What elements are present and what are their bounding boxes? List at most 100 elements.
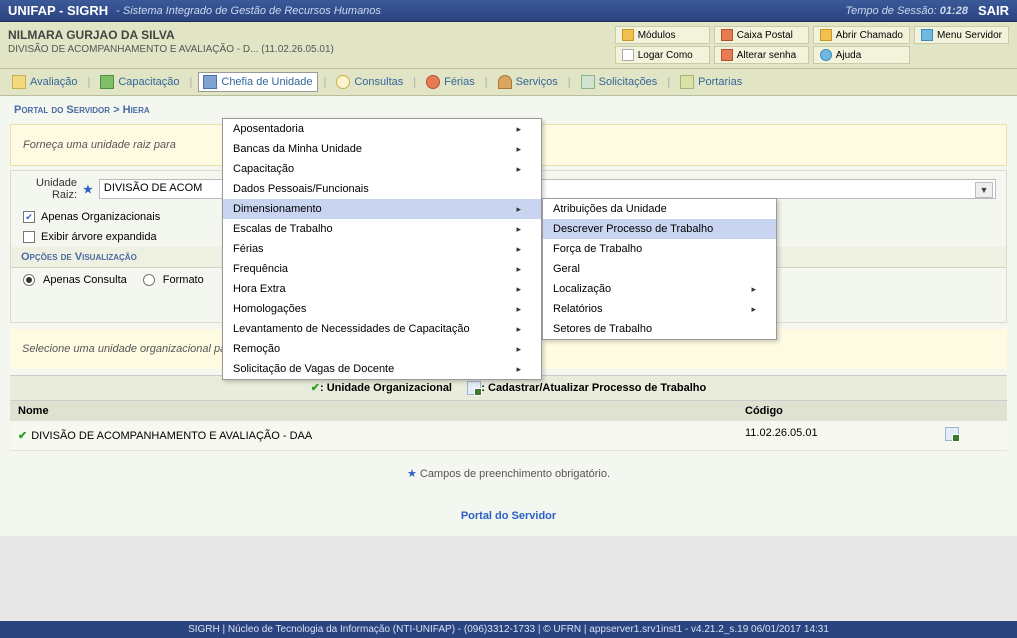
dmi-homologacoes[interactable]: Homologações▸ <box>223 299 541 319</box>
dmi2-setores[interactable]: Setores de Trabalho <box>543 319 776 339</box>
menu-servicos-label: Serviços <box>516 76 558 88</box>
ql-senha-label: Alterar senha <box>737 50 796 61</box>
menu-capacitacao-label: Capacitação <box>118 76 179 88</box>
folder-icon <box>680 75 694 89</box>
dmi-remocao[interactable]: Remoção▸ <box>223 339 541 359</box>
ql-logar-label: Logar Como <box>638 50 693 61</box>
chevron-right-icon: ▸ <box>516 264 521 275</box>
header-bar: UNIFAP - SIGRH - Sistema Integrado de Ge… <box>0 0 1017 22</box>
mailbox-icon <box>721 29 733 41</box>
portal-link: Portal do Servidor <box>4 496 1013 536</box>
dmi2-descrever-processo[interactable]: Descrever Processo de Trabalho <box>543 219 776 239</box>
logout-link[interactable]: SAIR <box>978 3 1009 18</box>
doc-icon <box>581 75 595 89</box>
ql-chamado[interactable]: Abrir Chamado <box>813 26 910 44</box>
ql-modulos[interactable]: Módulos <box>615 26 710 44</box>
check-icon: ✔ <box>18 429 27 442</box>
ql-logar[interactable]: Logar Como <box>615 46 710 64</box>
menu-chefia-label: Chefia de Unidade <box>221 76 312 88</box>
chevron-right-icon: ▸ <box>751 304 756 315</box>
dmi-dimensionamento[interactable]: Dimensionamento▸ <box>223 199 541 219</box>
menu-ferias[interactable]: Férias <box>422 73 479 91</box>
menu-solicitacoes[interactable]: Solicitações <box>577 73 662 91</box>
main-menu: Avaliação | Capacitação | Chefia de Unid… <box>0 69 1017 96</box>
menu-ferias-label: Férias <box>444 76 475 88</box>
dimensionamento-submenu: Atribuições da Unidade Descrever Process… <box>542 198 777 340</box>
app-title: UNIFAP - SIGRH <box>8 3 108 18</box>
edit-icon <box>467 381 481 395</box>
dmi-capacitacao[interactable]: Capacitação▸ <box>223 159 541 179</box>
menu-portarias-label: Portarias <box>698 76 742 88</box>
star-icon: ★ <box>407 468 417 480</box>
ql-modulos-label: Módulos <box>638 30 676 41</box>
cb-apenas-org-label: Apenas Organizacionais <box>41 211 160 223</box>
person-icon <box>498 75 512 89</box>
ql-menu-servidor[interactable]: Menu Servidor <box>914 26 1009 44</box>
unidade-raiz-label: UnidadeRaiz: <box>21 177 77 201</box>
chevron-right-icon: ▸ <box>516 364 521 375</box>
menu-chefia[interactable]: Chefia de Unidade <box>198 72 317 92</box>
menu-avaliacao-label: Avaliação <box>30 76 78 88</box>
menu-avaliacao[interactable]: Avaliação <box>8 73 82 91</box>
sun-icon <box>426 75 440 89</box>
menu-servicos[interactable]: Serviços <box>494 73 562 91</box>
select-arrow-icon[interactable]: ▼ <box>975 182 993 198</box>
clipboard-icon <box>12 75 26 89</box>
th-codigo: Código <box>737 401 937 421</box>
chevron-right-icon: ▸ <box>516 284 521 295</box>
dmi-solicitacao-vagas[interactable]: Solicitação de Vagas de Docente▸ <box>223 359 541 379</box>
ql-ajuda[interactable]: Ajuda <box>813 46 910 64</box>
chevron-right-icon: ▸ <box>516 124 521 135</box>
dmi-ferias[interactable]: Férias▸ <box>223 239 541 259</box>
dmi2-forca[interactable]: Força de Trabalho <box>543 239 776 259</box>
dmi-dados[interactable]: Dados Pessoais/Funcionais <box>223 179 541 199</box>
dmi2-atribuicoes[interactable]: Atribuições da Unidade <box>543 199 776 219</box>
menu-capacitacao[interactable]: Capacitação <box>96 73 183 91</box>
radio-formato-label: Formato <box>163 274 204 286</box>
org-icon <box>203 75 217 89</box>
footer-bar: SIGRH | Núcleo de Tecnologia da Informaç… <box>0 621 1017 638</box>
chevron-right-icon: ▸ <box>516 224 521 235</box>
ticket-icon <box>820 29 832 41</box>
portal-servidor-link[interactable]: Portal do Servidor <box>461 510 556 522</box>
row-codigo: 11.02.26.05.01 <box>737 421 937 450</box>
dmi-escalas[interactable]: Escalas de Trabalho▸ <box>223 219 541 239</box>
dmi-hora-extra[interactable]: Hora Extra▸ <box>223 279 541 299</box>
row-nome: DIVISÃO DE ACOMPANHAMENTO E AVALIAÇÃO - … <box>31 430 312 442</box>
user-name: NILMARA GURJAO DA SILVA <box>8 28 615 42</box>
table-row: ✔ DIVISÃO DE ACOMPANHAMENTO E AVALIAÇÃO … <box>10 421 1007 451</box>
ql-caixa-label: Caixa Postal <box>737 30 793 41</box>
dmi-levantamento[interactable]: Levantamento de Necessidades de Capacita… <box>223 319 541 339</box>
ql-senha[interactable]: Alterar senha <box>714 46 809 64</box>
user-bar: NILMARA GURJAO DA SILVA DIVISÃO DE ACOMP… <box>0 22 1017 69</box>
dmi2-geral[interactable]: Geral <box>543 259 776 279</box>
menu-servidor-icon <box>921 29 933 41</box>
ql-ajuda-label: Ajuda <box>836 50 862 61</box>
menu-consultas[interactable]: Consultas <box>332 73 407 91</box>
dmi2-localizacao[interactable]: Localização▸ <box>543 279 776 299</box>
menu-portarias[interactable]: Portarias <box>676 73 746 91</box>
quick-links: Módulos Caixa Postal Abrir Chamado Menu … <box>615 26 1009 64</box>
chevron-right-icon: ▸ <box>516 144 521 155</box>
cb-exibir-arvore[interactable] <box>23 231 35 243</box>
chevron-right-icon: ▸ <box>516 204 521 215</box>
breadcrumb: Portal do Servidor > Hiera <box>4 100 1013 120</box>
dmi-bancas[interactable]: Bancas da Minha Unidade▸ <box>223 139 541 159</box>
book-icon <box>100 75 114 89</box>
cb-apenas-org[interactable]: ✔ <box>23 211 35 223</box>
radio-apenas-consulta[interactable] <box>23 274 35 286</box>
radio-formato[interactable] <box>143 274 155 286</box>
app-subtitle: - Sistema Integrado de Gestão de Recurso… <box>116 5 381 17</box>
chefia-dropdown: Aposentadoria▸ Bancas da Minha Unidade▸ … <box>222 118 542 380</box>
required-note: ★ Campos de preenchimento obrigatório. <box>4 451 1013 496</box>
chevron-right-icon: ▸ <box>516 304 521 315</box>
legend-cad: : Cadastrar/Atualizar Processo de Trabal… <box>481 382 706 394</box>
menu-solicitacoes-label: Solicitações <box>599 76 658 88</box>
dmi-frequencia[interactable]: Frequência▸ <box>223 259 541 279</box>
dmi-aposentadoria[interactable]: Aposentadoria▸ <box>223 119 541 139</box>
ql-caixa[interactable]: Caixa Postal <box>714 26 809 44</box>
dmi2-relatorios[interactable]: Relatórios▸ <box>543 299 776 319</box>
ql-chamado-label: Abrir Chamado <box>836 30 903 41</box>
help-icon <box>820 49 832 61</box>
edit-row-button[interactable] <box>945 427 959 441</box>
